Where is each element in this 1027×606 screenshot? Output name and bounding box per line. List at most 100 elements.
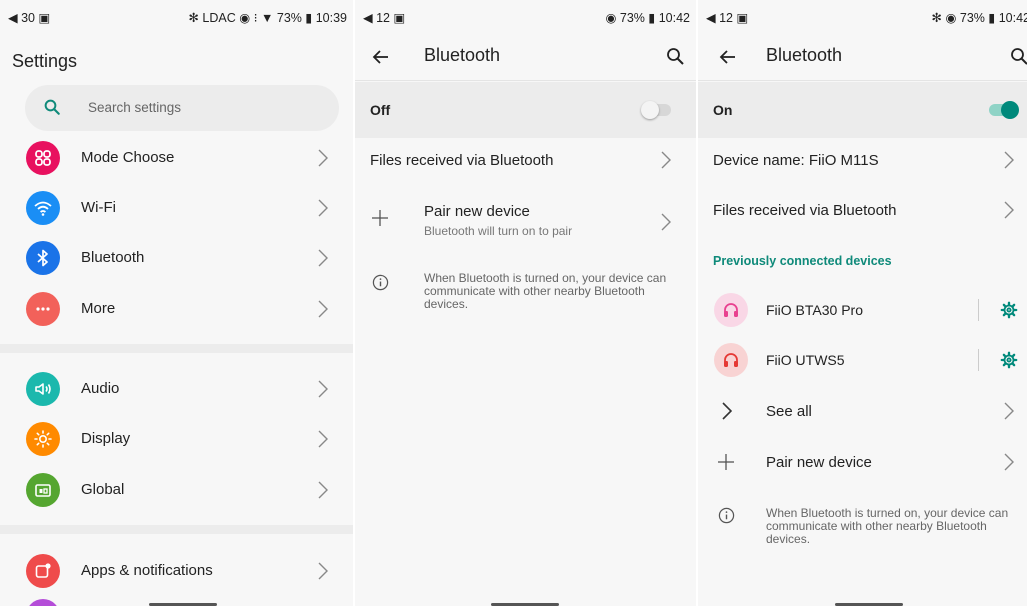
apps-notifications-icon — [26, 554, 60, 588]
chevron-right-icon — [318, 430, 328, 448]
settings-item-mode-choose[interactable]: Mode Choose — [0, 138, 353, 178]
device-name: FiiO BTA30 Pro — [766, 302, 863, 318]
global-icon — [26, 473, 60, 507]
info-icon — [372, 274, 389, 291]
section-divider — [0, 525, 353, 534]
headphones-icon — [714, 343, 748, 377]
more-icon — [26, 292, 60, 326]
search-icon[interactable] — [1009, 46, 1027, 66]
chevron-right-icon — [318, 380, 328, 398]
chevron-right-icon — [1004, 402, 1014, 420]
page-title: Settings — [12, 51, 78, 71]
row-divider — [978, 349, 979, 371]
see-all-label: See all — [766, 403, 812, 420]
page-title: Bluetooth — [424, 45, 501, 65]
section-divider — [0, 344, 353, 353]
mode-choose-icon — [26, 141, 60, 175]
pair-new-device-item[interactable]: Pair new device Bluetooth will turn on t… — [355, 196, 696, 246]
bluetooth-toggle-row[interactable]: Off — [355, 82, 696, 138]
chevron-right-icon — [1004, 201, 1014, 219]
plus-icon — [372, 210, 388, 226]
status-right: ✻ ◉ 73% ▮ 10:42 — [931, 11, 1027, 25]
plus-icon — [718, 454, 734, 470]
pair-new-device-label: Pair new device — [424, 203, 530, 220]
bluetooth-off-panel: ◀ 12 ▣ ◉ 73% ▮ 10:42 Bluetooth Off Files… — [355, 0, 696, 606]
settings-item-label: Apps & notifications — [81, 562, 213, 579]
bluetooth-toggle-row[interactable]: On — [698, 82, 1027, 138]
files-received-item[interactable]: Files received via Bluetooth — [355, 139, 696, 184]
previously-connected-header: Previously connected devices — [713, 254, 892, 268]
headphones-icon — [714, 293, 748, 327]
wifi-icon — [26, 191, 60, 225]
settings-item-bluetooth[interactable]: Bluetooth — [0, 238, 353, 278]
settings-item-more[interactable]: More — [0, 289, 353, 329]
settings-item-label: Display — [81, 430, 131, 447]
chevron-right-icon — [318, 300, 328, 318]
gear-icon[interactable] — [1000, 301, 1018, 319]
files-received-label: Files received via Bluetooth — [713, 202, 897, 219]
status-bar: ◀ 12 ▣ ◉ 73% ▮ 10:42 — [355, 0, 696, 33]
back-arrow-icon[interactable] — [718, 47, 738, 67]
gear-icon[interactable] — [1000, 351, 1018, 369]
pair-new-device-sub: Bluetooth will turn on to pair — [424, 224, 573, 238]
device-name-label: Device name: FiiO M11S — [713, 152, 879, 169]
info-icon — [718, 507, 735, 524]
chevron-right-icon — [722, 402, 732, 420]
switch-thumb-off[interactable] — [641, 101, 659, 119]
settings-item-display[interactable]: Display — [0, 419, 353, 459]
back-arrow-icon[interactable] — [371, 47, 391, 67]
files-received-item[interactable]: Files received via Bluetooth — [698, 189, 1027, 234]
settings-panel: ◀ 30 ▣ ✻ LDAC ◉ ⁝ ▼ 73% ▮ 10:39 Settings… — [0, 0, 353, 606]
display-icon — [26, 422, 60, 456]
row-divider — [978, 299, 979, 321]
see-all-item[interactable]: See all — [698, 391, 1027, 431]
bluetooth-on-panel: ◀ 12 ▣ ✻ ◉ 73% ▮ 10:42 Bluetooth On Devi… — [698, 0, 1027, 606]
settings-item-wifi[interactable]: Wi-Fi — [0, 188, 353, 228]
search-icon[interactable] — [665, 46, 685, 66]
settings-item-label: More — [81, 300, 116, 317]
bluetooth-info-text: When Bluetooth is turned on, your device… — [766, 506, 1009, 546]
settings-item-audio[interactable]: Audio — [0, 369, 353, 409]
app-bar: Bluetooth — [698, 33, 1027, 81]
chevron-right-icon — [318, 481, 328, 499]
toggle-label: On — [713, 102, 733, 118]
device-name-item[interactable]: Device name: FiiO M11S — [698, 139, 1027, 184]
next-item-icon — [26, 599, 60, 606]
app-bar: Bluetooth — [355, 33, 696, 81]
chevron-right-icon — [318, 199, 328, 217]
bluetooth-info-text: When Bluetooth is turned on, your device… — [424, 271, 667, 311]
status-left: ◀ 12 ▣ — [363, 11, 406, 25]
device-name: FiiO UTWS5 — [766, 352, 845, 368]
audio-icon — [26, 372, 60, 406]
settings-item-global[interactable]: Global — [0, 470, 353, 510]
status-bar: ◀ 30 ▣ ✻ LDAC ◉ ⁝ ▼ 73% ▮ 10:39 — [0, 0, 353, 33]
paired-device-row[interactable]: FiiO UTWS5 — [698, 340, 1027, 380]
chevron-right-icon — [318, 149, 328, 167]
chevron-right-icon — [1004, 151, 1014, 169]
settings-item-apps-notifications[interactable]: Apps & notifications — [0, 551, 353, 591]
page-title: Bluetooth — [766, 45, 843, 65]
chevron-right-icon — [661, 151, 671, 169]
search-placeholder: Search settings — [88, 100, 182, 115]
chevron-right-icon — [318, 249, 328, 267]
settings-item-label: Bluetooth — [81, 249, 145, 266]
chevron-right-icon — [661, 213, 671, 231]
status-left: ◀ 30 ▣ — [8, 11, 51, 25]
settings-item-label: Global — [81, 481, 125, 498]
status-right: ✻ LDAC ◉ ⁝ ▼ 73% ▮ 10:39 — [188, 11, 347, 25]
search-icon — [44, 99, 60, 115]
chevron-right-icon — [318, 562, 328, 580]
bluetooth-icon — [26, 241, 60, 275]
paired-device-row[interactable]: FiiO BTA30 Pro — [698, 290, 1027, 330]
pair-new-device-item[interactable]: Pair new device — [698, 442, 1027, 482]
settings-item-label: Mode Choose — [81, 149, 175, 166]
chevron-right-icon — [1004, 453, 1014, 471]
toggle-label: Off — [370, 102, 391, 118]
search-bar[interactable]: Search settings — [25, 85, 339, 131]
settings-item-label: Wi-Fi — [81, 199, 116, 216]
settings-item-label: Audio — [81, 380, 120, 397]
switch-thumb-on[interactable] — [1001, 101, 1019, 119]
status-bar: ◀ 12 ▣ ✻ ◉ 73% ▮ 10:42 — [698, 0, 1027, 33]
status-left: ◀ 12 ▣ — [706, 11, 749, 25]
files-received-label: Files received via Bluetooth — [370, 152, 554, 169]
